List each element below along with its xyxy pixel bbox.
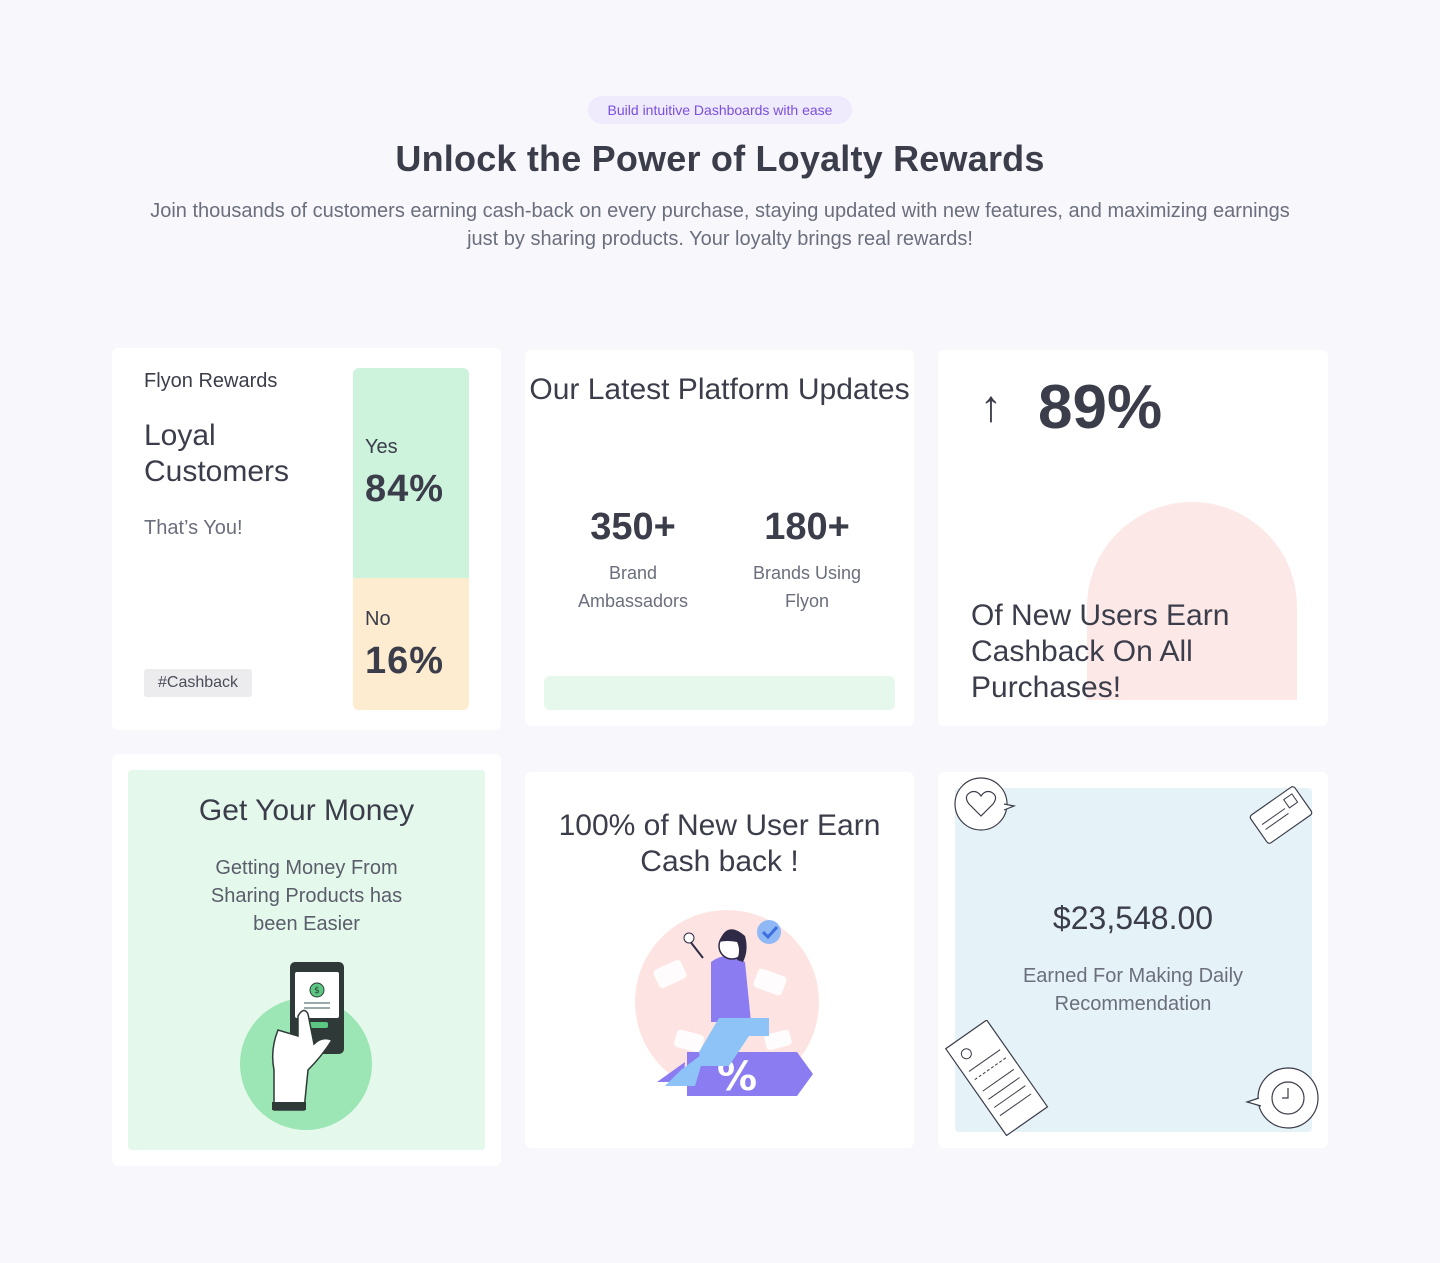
earnings-card: $23,548.00 Earned For Making Daily Recom… <box>938 772 1328 1148</box>
stat-value: 180+ <box>764 506 850 548</box>
updates-progress-bar <box>544 676 895 710</box>
stat-brands: 180+ Brands Using Flyon <box>717 506 897 615</box>
loyal-customers-card: Flyon Rewards Loyal Customers That’s You… <box>112 348 501 730</box>
page-subtitle: Join thousands of customers earning cash… <box>150 200 1290 250</box>
platform-updates-card: Our Latest Platform Updates 350+ Brand A… <box>525 350 914 726</box>
card-subtext: That’s You! <box>144 517 243 539</box>
no-segment: No 16% <box>353 578 469 710</box>
stat-label: Brands Using Flyon <box>752 563 862 611</box>
card-heading: Loyal Customers <box>144 419 290 488</box>
stat-ambassadors: 350+ Brand Ambassadors <box>543 506 723 615</box>
growth-text: Of New Users Earn Cashback On All Purcha… <box>971 599 1230 704</box>
yes-value: 84% <box>365 468 445 510</box>
yes-segment: Yes 84% <box>353 368 469 578</box>
money-title: Get Your Money <box>198 794 415 827</box>
phone-payment-icon: $ <box>240 962 372 1130</box>
svg-text:$: $ <box>314 986 320 996</box>
hero-badge: Build intuitive Dashboards with ease <box>588 96 852 124</box>
yes-no-bar: Yes 84% No 16% <box>353 368 469 710</box>
earned-subtitle: Earned For Making Daily Recommendation <box>1022 965 1244 1015</box>
cashback-tag[interactable]: #Cashback <box>144 669 253 697</box>
earned-amount: $23,548.00 <box>1052 900 1214 936</box>
page-title: Unlock the Power of Loyalty Rewards <box>395 138 1045 179</box>
clock-bubble-icon <box>1244 1067 1319 1129</box>
credit-card-icon <box>1249 786 1313 844</box>
receipt-icon <box>944 1020 1049 1136</box>
growth-value: 89% <box>1038 373 1163 442</box>
heart-bubble-icon <box>954 777 1016 831</box>
money-subtitle: Getting Money From Sharing Products has … <box>210 857 403 935</box>
stat-label: Brand Ambassadors <box>577 563 689 611</box>
no-label: No <box>365 608 391 630</box>
new-users-cashback-card: ↑ 89% Of New Users Earn Cashback On All … <box>938 350 1328 726</box>
new-user-title: 100% of New User Earn Cash back ! <box>558 809 881 878</box>
brand-name: Flyon Rewards <box>144 370 278 392</box>
arrow-up-icon: ↑ <box>980 382 1002 431</box>
green-panel: Get Your Money Getting Money From Sharin… <box>128 770 485 1150</box>
stat-value: 350+ <box>590 506 676 548</box>
updates-title: Our Latest Platform Updates <box>529 373 910 406</box>
get-money-card: Get Your Money Getting Money From Sharin… <box>112 754 501 1166</box>
new-user-cashback-card: 100% of New User Earn Cash back ! % <box>525 772 914 1148</box>
no-value: 16% <box>365 640 445 682</box>
yes-label: Yes <box>365 436 398 458</box>
discount-woman-icon: % <box>635 910 819 1100</box>
